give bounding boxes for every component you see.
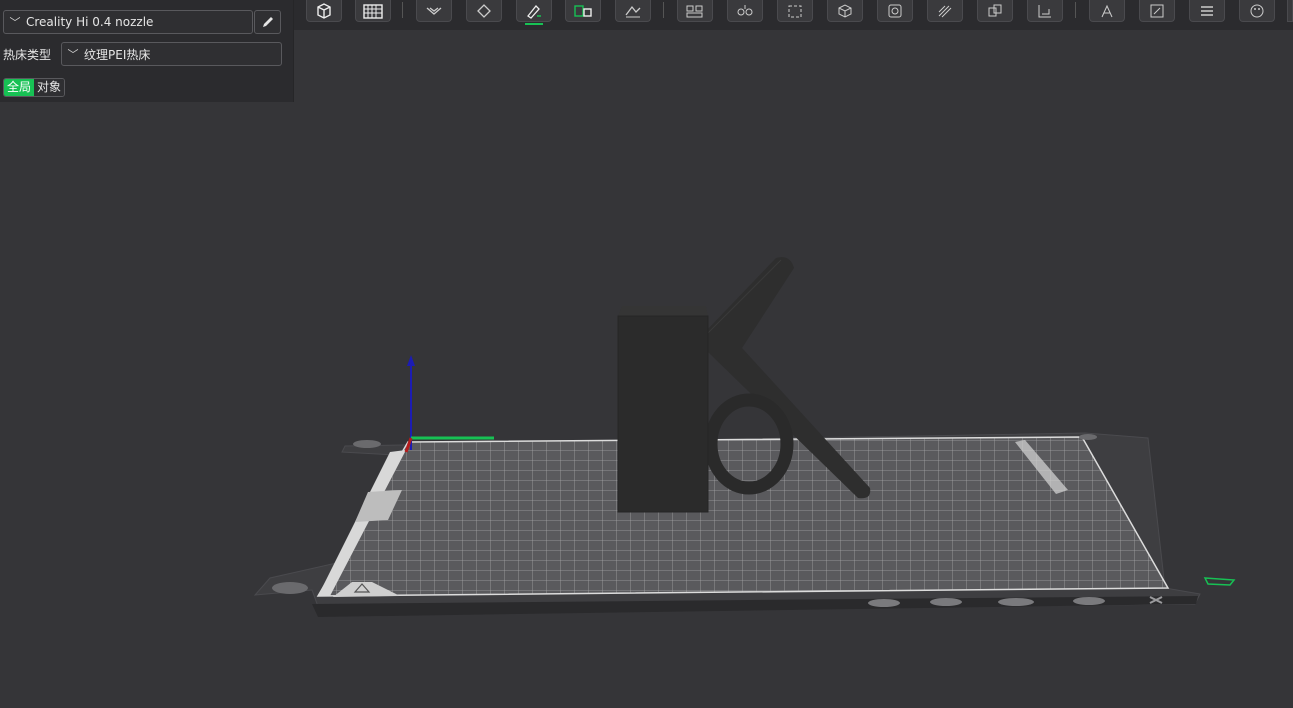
scope-object-tab[interactable]: 对象 [34, 79, 65, 96]
toolbar-arrange-grid[interactable] [355, 0, 391, 22]
support-settings-icon [737, 4, 753, 15]
toolbar-measure[interactable] [1027, 0, 1063, 22]
toolbar-color-paint[interactable] [1239, 0, 1275, 22]
layout-plate-icon [477, 3, 491, 18]
color-paint-icon [1250, 4, 1264, 17]
scope-global-tab[interactable]: 全局 [4, 79, 35, 96]
arrange-grid-icon [363, 3, 383, 19]
chevron-down-icon: ﹀ [9, 16, 21, 29]
printer-preset-dropdown[interactable]: ﹀ Creality Hi 0.4 nozzle [3, 10, 253, 34]
main-toolbar [294, 0, 1293, 30]
3d-viewport[interactable] [0, 102, 1293, 708]
pencil-icon [262, 17, 273, 27]
bed-type-dropdown[interactable]: ﹀ 纹理PEI热床 [61, 42, 282, 66]
chevron-down-icon: ﹀ [67, 48, 79, 61]
print-settings-panel: ﹀ Creality Hi 0.4 nozzle 热床类型 ﹀ 纹理PEI热床 … [0, 0, 294, 102]
paint-brush-icon [527, 4, 541, 19]
print-bed [253, 432, 1236, 617]
toolbar-overflow[interactable] [1287, 0, 1293, 22]
3d-scene [253, 257, 1236, 617]
split-objects-icon [574, 4, 592, 17]
settings-scope-toggle: 全局 对象 [3, 78, 66, 97]
printer-preset-value: Creality Hi 0.4 nozzle [26, 15, 154, 29]
toolbar-add-cube[interactable] [306, 0, 342, 22]
bed-type-label: 热床类型 [3, 48, 52, 62]
toolbar-view-3d[interactable] [827, 0, 863, 22]
toolbar-hollow[interactable] [877, 0, 913, 22]
text-tool-icon [1101, 4, 1113, 17]
bed-type-value: 纹理PEI热床 [84, 47, 151, 62]
add-cube-icon [317, 2, 331, 19]
toolbar-object-group[interactable] [677, 0, 713, 22]
toolbar-auto-orient[interactable] [416, 0, 452, 22]
assembly-icon [988, 4, 1002, 16]
measure-icon [1038, 4, 1051, 17]
layers-icon [1201, 5, 1213, 16]
toolbar-layout-plate[interactable] [466, 0, 502, 22]
edit-printer-button[interactable] [254, 10, 281, 34]
axis-gizmo [404, 355, 494, 453]
view-3d-icon [838, 3, 852, 18]
toolbar-support-settings[interactable] [727, 0, 763, 22]
toolbar-scale-frame[interactable] [777, 0, 813, 22]
toolbar-seam-paint[interactable] [927, 0, 963, 22]
toolbar-layers[interactable] [1189, 0, 1225, 22]
seam-paint-icon [938, 5, 952, 17]
toolbar-split-objects[interactable] [565, 0, 601, 22]
toolbar-slice-plane[interactable] [615, 0, 651, 22]
slice-plane-icon [625, 5, 641, 17]
toolbar-assembly[interactable] [977, 0, 1013, 22]
toolbar-svg-emboss[interactable] [1139, 0, 1175, 22]
object-group-icon [686, 5, 703, 17]
toolbar-paint-brush[interactable] [516, 0, 552, 25]
toolbar-text-tool[interactable] [1089, 0, 1125, 22]
scale-frame-icon [788, 5, 802, 17]
svg-emboss-icon [1150, 4, 1164, 17]
auto-orient-icon [426, 6, 442, 15]
hollow-icon [888, 4, 902, 17]
